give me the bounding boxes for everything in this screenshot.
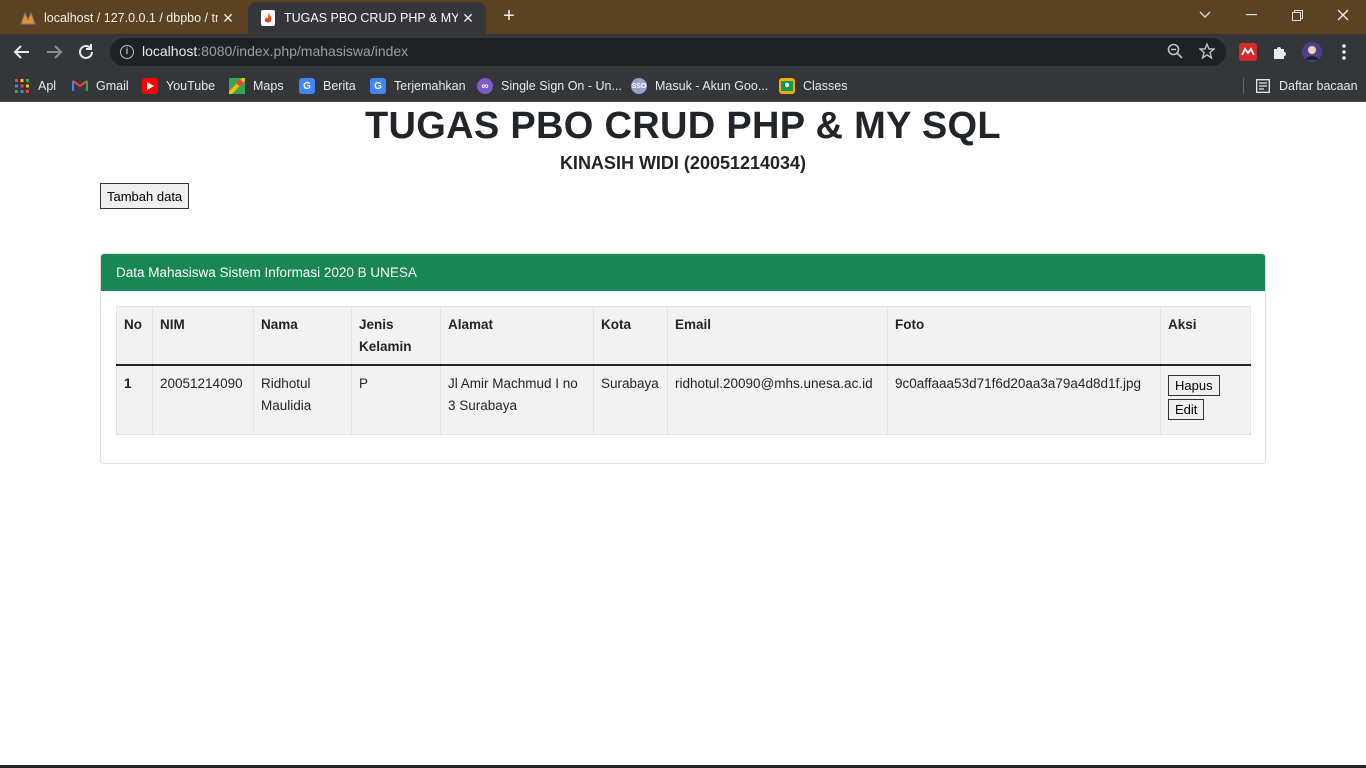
maps-icon xyxy=(229,78,245,94)
column-header-jenis-kelamin: Jenis Kelamin xyxy=(351,306,441,366)
youtube-icon xyxy=(142,78,158,94)
bookmark-maps[interactable]: Maps xyxy=(229,77,284,95)
bookmark-label: Apl xyxy=(38,79,57,93)
tab-phpmyadmin[interactable]: localhost / 127.0.0.1 / dbpbo / tm ✕ xyxy=(8,2,246,34)
zoom-icon[interactable] xyxy=(1166,43,1184,61)
column-header-alamat: Alamat xyxy=(440,306,594,366)
minimize-button[interactable] xyxy=(1228,0,1274,30)
cell-nim: 20051214090 xyxy=(152,364,254,435)
cell-kota: Surabaya xyxy=(593,364,668,435)
bookmark-label: Single Sign On - Un... xyxy=(501,79,622,93)
column-header-nama: Nama xyxy=(253,306,352,366)
profile-avatar[interactable] xyxy=(1302,42,1322,62)
google-account-icon: SSO xyxy=(631,78,647,94)
close-tab-icon[interactable]: ✕ xyxy=(218,10,238,27)
news-icon: G xyxy=(299,78,315,94)
cell-nama: Ridhotul Maulidia xyxy=(253,364,352,435)
restore-button[interactable] xyxy=(1274,0,1320,30)
extensions-puzzle-icon[interactable] xyxy=(1270,42,1290,62)
tab-strip: localhost / 127.0.0.1 / dbpbo / tm ✕ TUG… xyxy=(0,0,1366,34)
page-content: TUGAS PBO CRUD PHP & MY SQL KINASIH WIDI… xyxy=(0,103,1366,768)
back-arrow-icon[interactable] xyxy=(10,40,34,64)
column-header-email: Email xyxy=(667,306,888,366)
info-icon[interactable]: i xyxy=(120,45,134,59)
column-header-aksi: Aksi xyxy=(1160,306,1251,366)
bookmark-label: Gmail xyxy=(96,79,129,93)
bookmark-berita[interactable]: G Berita xyxy=(299,77,356,95)
cell-alamat: Jl Amir Machmud I no 3 Surabaya xyxy=(440,364,594,435)
page-title: TUGAS PBO CRUD PHP & MY SQL xyxy=(365,105,1001,147)
bookmarks-divider xyxy=(1243,78,1244,94)
tab-title: localhost / 127.0.0.1 / dbpbo / tm xyxy=(44,11,218,25)
sso-icon: ∞ xyxy=(477,78,493,94)
tab-search-icon[interactable] xyxy=(1182,0,1228,30)
close-window-button[interactable] xyxy=(1320,0,1366,30)
column-header-nim: NIM xyxy=(152,306,254,366)
translate-icon: G xyxy=(370,78,386,94)
bookmark-apl[interactable]: Apl xyxy=(14,77,56,95)
bookmark-label: Masuk - Akun Goo... xyxy=(655,79,769,93)
bookmark-terjemahkan[interactable]: G Terjemahkan xyxy=(370,77,466,95)
bookmark-label: YouTube xyxy=(166,79,216,93)
tab-title: TUGAS PBO CRUD PHP & MY SQL xyxy=(284,11,458,25)
data-card: Data Mahasiswa Sistem Informasi 2020 B U… xyxy=(100,253,1266,464)
phpmyadmin-icon xyxy=(20,10,36,26)
column-header-foto: Foto xyxy=(887,306,1161,366)
table-row: 1 20051214090 Ridhotul Maulidia P Jl Ami… xyxy=(116,364,1251,435)
bookmark-akun-google[interactable]: SSO Masuk - Akun Goo... xyxy=(631,77,768,95)
url-text[interactable]: localhost:8080/index.php/mahasiswa/index xyxy=(142,43,408,59)
bookmark-star-icon[interactable] xyxy=(1198,42,1216,61)
cell-jenis-kelamin: P xyxy=(351,364,441,435)
add-data-button[interactable]: Tambah data xyxy=(100,183,190,209)
address-bar[interactable]: i localhost:8080/index.php/mahasiswa/ind… xyxy=(110,38,1226,66)
forward-arrow-icon[interactable] xyxy=(42,40,66,64)
cell-email: ridhotul.20090@mhs.unesa.ac.id xyxy=(667,364,888,435)
reading-list-icon xyxy=(1255,78,1271,94)
bookmark-label: Maps xyxy=(253,79,284,93)
classroom-icon xyxy=(779,78,795,94)
delete-button[interactable]: Hapus xyxy=(1168,374,1220,396)
reading-list-button[interactable]: Daftar bacaan xyxy=(1255,77,1358,95)
bookmark-gmail[interactable]: Gmail xyxy=(72,77,129,95)
page-subtitle: KINASIH WIDI (20051214034) xyxy=(559,153,807,173)
mendeley-extension-icon[interactable] xyxy=(1238,42,1258,62)
column-header-no: No xyxy=(116,306,153,366)
gmail-icon xyxy=(72,78,88,94)
cell-aksi: Hapus Edit xyxy=(1160,364,1251,435)
bookmark-label: Terjemahkan xyxy=(394,79,466,93)
apps-grid-icon xyxy=(14,78,30,94)
card-header: Data Mahasiswa Sistem Informasi 2020 B U… xyxy=(101,254,1265,291)
cell-no: 1 xyxy=(116,364,153,435)
bookmark-label: Classes xyxy=(803,79,848,93)
column-header-kota: Kota xyxy=(593,306,668,366)
bookmark-classes[interactable]: Classes xyxy=(779,77,847,95)
bookmark-sso[interactable]: ∞ Single Sign On - Un... xyxy=(477,77,622,95)
close-tab-icon[interactable]: ✕ xyxy=(458,10,478,27)
tab-crud[interactable]: TUGAS PBO CRUD PHP & MY SQL ✕ xyxy=(248,2,486,34)
bookmark-label: Berita xyxy=(323,79,356,93)
browser-toolbar: i localhost:8080/index.php/mahasiswa/ind… xyxy=(0,34,1366,70)
codeigniter-icon xyxy=(260,10,276,26)
mahasiswa-table: No NIM Nama Jenis Kelamin Alamat Kota Em… xyxy=(116,306,1251,435)
bookmark-youtube[interactable]: YouTube xyxy=(142,77,215,95)
table-header-row: No NIM Nama Jenis Kelamin Alamat Kota Em… xyxy=(116,306,1251,366)
menu-kebab-icon[interactable] xyxy=(1334,42,1354,62)
cell-foto: 9c0affaaa53d71f6d20aa3a79a4d8d1f.jpg xyxy=(887,364,1161,435)
new-tab-button[interactable]: + xyxy=(498,6,520,28)
reload-icon[interactable] xyxy=(74,40,98,64)
bookmarks-bar: Apl Gmail YouTube Maps G Berita G Terjem… xyxy=(0,70,1366,102)
edit-button[interactable]: Edit xyxy=(1168,398,1205,420)
reading-list-label: Daftar bacaan xyxy=(1279,79,1358,93)
